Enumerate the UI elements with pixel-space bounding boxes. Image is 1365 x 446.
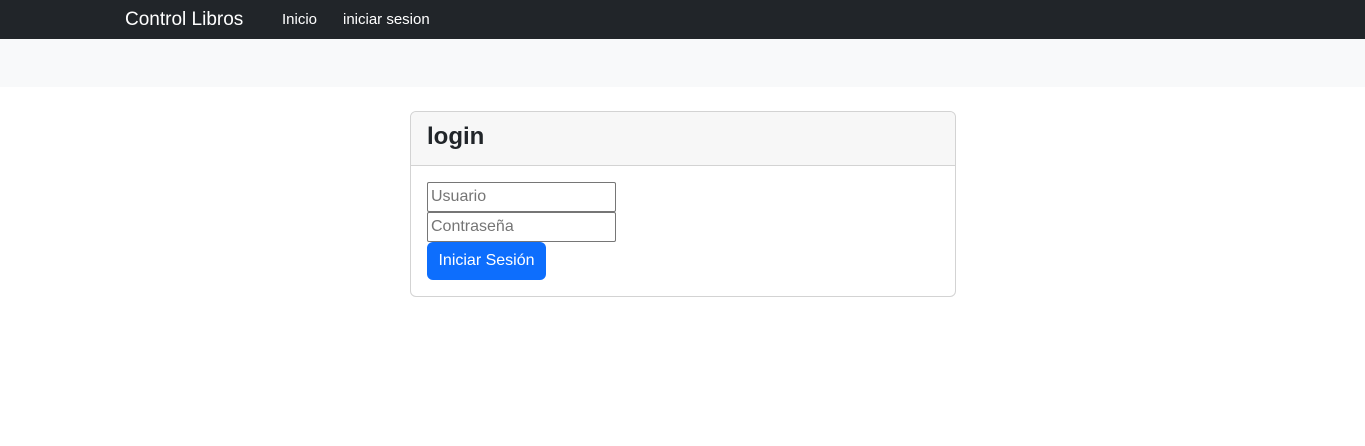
login-title: login (427, 123, 485, 150)
login-card-body: Iniciar Sesión (411, 166, 955, 296)
login-card-header: login (411, 112, 955, 166)
nav-link-inicio[interactable]: Inicio (282, 11, 317, 29)
password-input[interactable] (427, 212, 616, 242)
top-navbar: Control Libros Inicio iniciar sesion (0, 0, 1365, 39)
login-card: login Iniciar Sesión (410, 111, 956, 297)
login-submit-button[interactable]: Iniciar Sesión (427, 242, 546, 280)
header-band (0, 39, 1365, 87)
navbar-brand[interactable]: Control Libros (125, 8, 243, 32)
username-input[interactable] (427, 182, 616, 212)
nav-link-iniciar-sesion[interactable]: iniciar sesion (343, 11, 430, 29)
